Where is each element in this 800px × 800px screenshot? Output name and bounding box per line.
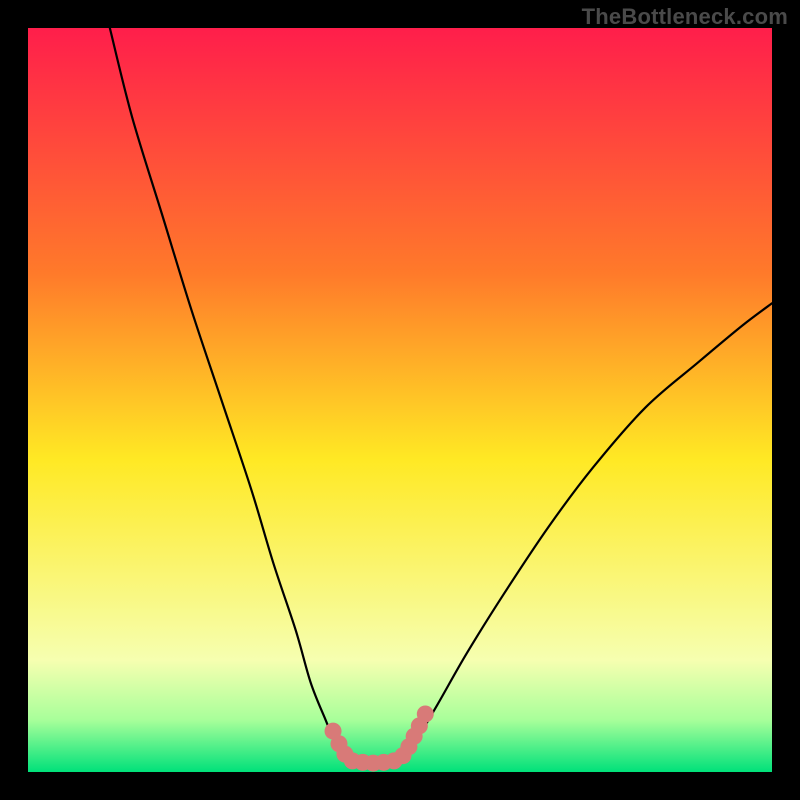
watermark-text: TheBottleneck.com <box>582 4 788 30</box>
chart-svg <box>28 28 772 772</box>
plot-area <box>28 28 772 772</box>
chart-frame: TheBottleneck.com <box>0 0 800 800</box>
marker-right-cluster-top <box>417 705 434 722</box>
